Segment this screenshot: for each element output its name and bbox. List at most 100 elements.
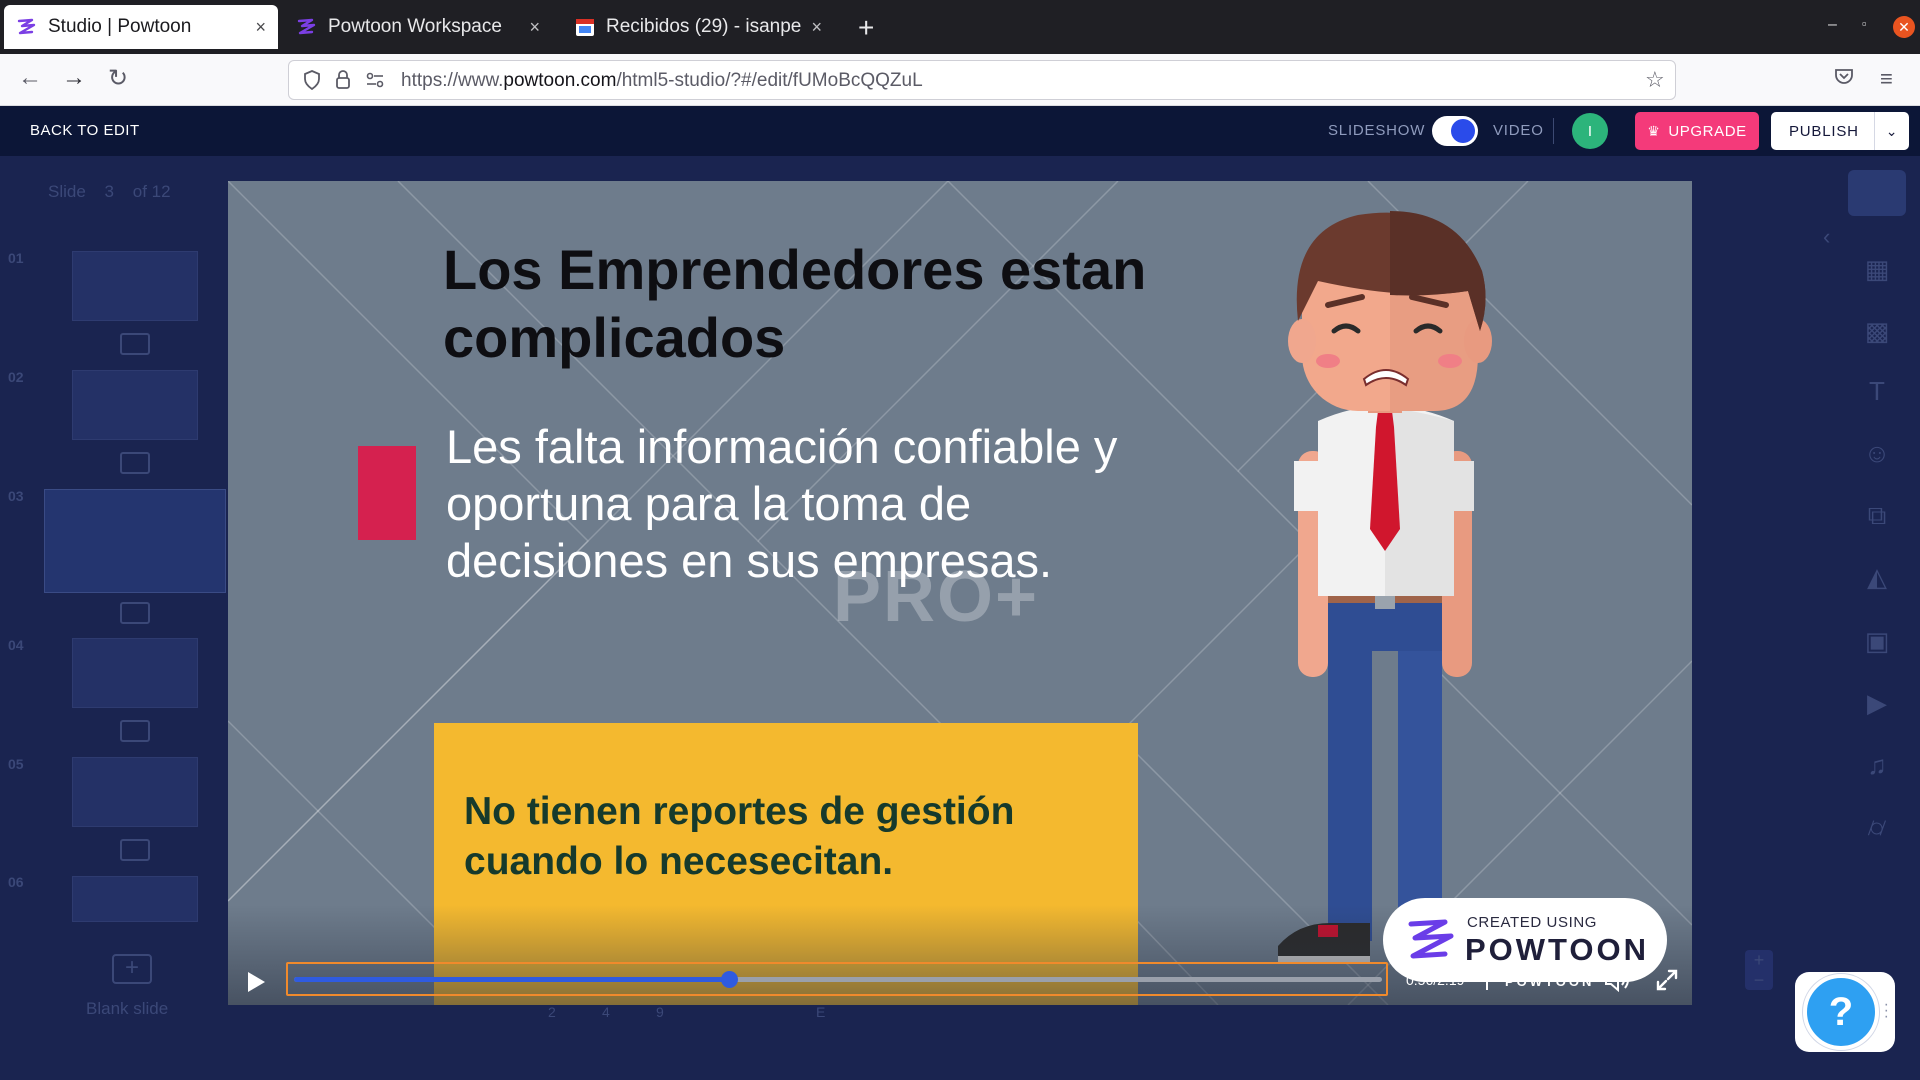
blank-slide-plus-icon[interactable]: + [112,954,152,984]
zoom-out-icon[interactable]: − [1745,970,1773,990]
slide-thumbnail[interactable] [72,876,198,922]
slide-thumbnail[interactable] [72,370,198,440]
publish-button[interactable]: PUBLISH ⌄ [1771,112,1909,150]
characters-icon[interactable]: ☺ [1860,438,1894,468]
created-using-label: CREATED USING [1467,914,1598,931]
add-slide-icon[interactable] [120,333,150,355]
seek-bar-track[interactable] [294,971,1382,988]
slide-bullet-text: Les falta información confiable y oportu… [446,420,1118,587]
collapse-arrow-icon[interactable]: ‹ [1823,224,1830,250]
slideshow-video-toggle[interactable] [1432,116,1478,146]
slide-label: Slide [48,182,86,201]
tab-close-icon[interactable]: × [255,17,266,38]
upgrade-label: UPGRADE [1668,122,1747,140]
tab-title: Studio | Powtoon [48,16,192,37]
tab-close-icon[interactable]: × [811,17,822,38]
user-avatar[interactable]: I [1572,113,1608,149]
minimize-icon[interactable]: – [1828,16,1837,34]
back-arrow-icon[interactable]: ← [18,64,42,92]
video-mode-label[interactable]: VIDEO [1493,122,1544,139]
thumb-number: 02 [8,369,24,385]
fullscreen-icon[interactable] [1655,968,1679,992]
add-slide-icon[interactable] [120,602,150,624]
transitions-icon[interactable]: ⌭ [1860,812,1894,842]
toggle-knob [1451,119,1475,143]
thumb-number: 01 [8,250,24,266]
timeline-marker: 4 [602,1004,610,1020]
forward-arrow-icon[interactable]: → [62,64,86,92]
play-icon[interactable] [246,971,266,993]
thumb-number: 04 [8,637,24,653]
callout-text: No tienen reportes de gestión cuando lo … [464,790,1015,883]
help-widget[interactable]: ? · · · [1795,972,1895,1052]
pro-plus-watermark: PRO+ [833,557,1040,637]
tab-studio-powtoon[interactable]: Studio | Powtoon × [4,5,278,49]
url-prefix: https://www. [401,70,504,91]
new-tab-button[interactable]: + [858,12,874,44]
video-preview-stage[interactable]: Los Emprendedores estan complicados Les … [228,181,1692,1005]
character-panel-avatar[interactable] [1848,170,1906,216]
chevron-down-icon[interactable]: ⌄ [1875,123,1909,140]
timeline-marker: 9 [656,1004,664,1020]
background-pattern-icon[interactable]: ▩ [1860,316,1894,346]
browser-tab-bar: Studio | Powtoon × Powtoon Workspace × R… [0,0,1920,54]
slide-thumbnail[interactable] [72,251,198,321]
reload-icon[interactable]: ↻ [108,64,128,93]
tab-powtoon-workspace[interactable]: Powtoon Workspace × [284,5,552,49]
add-slide-icon[interactable] [120,720,150,742]
thumb-number: 05 [8,756,24,772]
thumb-number: 06 [8,874,24,890]
tab-close-icon[interactable]: × [529,17,540,38]
add-slide-icon[interactable] [120,452,150,474]
slide-total: of 12 [132,182,171,201]
player-powtoon-logo[interactable]: POWTOON [1505,974,1594,989]
slide-number-select[interactable]: 3 [105,182,114,201]
publish-label[interactable]: PUBLISH [1771,123,1874,140]
lock-icon[interactable] [335,70,351,90]
slide-thumbnail[interactable] [72,757,198,827]
shield-icon[interactable] [303,70,321,90]
site-permissions-icon[interactable] [365,70,385,90]
layout-icon[interactable]: ▦ [1860,254,1894,284]
props-icon[interactable]: ⧉ [1860,500,1894,530]
upgrade-button[interactable]: ♛ UPGRADE [1635,112,1759,150]
slide-counter: Slide 3 of 12 [48,182,185,202]
image-icon[interactable]: ▣ [1860,626,1894,656]
shapes-icon[interactable]: ◭ [1860,562,1894,592]
address-bar[interactable]: https://www.powtoon.com/html5-studio/?#/… [288,60,1676,100]
drag-handle-icon[interactable]: · · · [1884,997,1889,1025]
pocket-icon[interactable] [1834,66,1854,86]
seek-bar-progress [294,977,730,982]
add-slide-icon[interactable] [120,839,150,861]
help-button[interactable]: ? [1803,974,1879,1050]
window-close-icon[interactable]: ✕ [1893,16,1915,38]
slide-thumbnail-active[interactable] [44,489,226,593]
bullet-marker [358,446,416,540]
back-to-edit-button[interactable]: BACK TO EDIT [30,122,140,139]
tab-title: Powtoon Workspace [328,16,502,37]
tab-gmail-inbox[interactable]: Recibidos (29) - isanpe@g × [562,5,834,49]
seek-bar-focus-ring[interactable] [286,962,1388,996]
playback-time: 0:56/2:19 [1406,972,1465,988]
header-divider [1553,118,1554,144]
browser-navigation-bar: ← → ↻ https://www.powtoon.com/html5-stud… [0,54,1920,106]
zoom-in-icon[interactable]: + [1745,950,1773,970]
slide-thumbnail[interactable] [72,638,198,708]
bookmark-star-icon[interactable]: ☆ [1645,67,1665,93]
menu-icon[interactable]: ≡ [1880,66,1893,92]
crown-icon: ♛ [1647,122,1661,139]
url-text[interactable]: https://www.powtoon.com/html5-studio/?#/… [401,70,923,92]
blank-slide-label[interactable]: Blank slide [86,999,168,1019]
powtoon-header: BACK TO EDIT SLIDESHOW VIDEO I ♛ UPGRADE… [0,106,1920,156]
slideshow-mode-label[interactable]: SLIDESHOW [1328,122,1425,139]
sad-businessman-illustration [1278,211,1492,962]
video-icon[interactable]: ▶ [1860,688,1894,718]
url-path: /html5-studio/?#/edit/fUMoBcQQZuL [616,70,923,91]
music-icon[interactable]: ♫ [1860,750,1894,780]
text-icon[interactable]: T [1860,376,1894,406]
url-domain: powtoon.com [503,70,617,91]
restore-icon[interactable]: ▫ [1862,16,1867,31]
seek-bar-handle[interactable] [721,971,739,988]
zoom-control[interactable]: + − [1745,950,1773,990]
volume-icon[interactable] [1604,968,1632,992]
